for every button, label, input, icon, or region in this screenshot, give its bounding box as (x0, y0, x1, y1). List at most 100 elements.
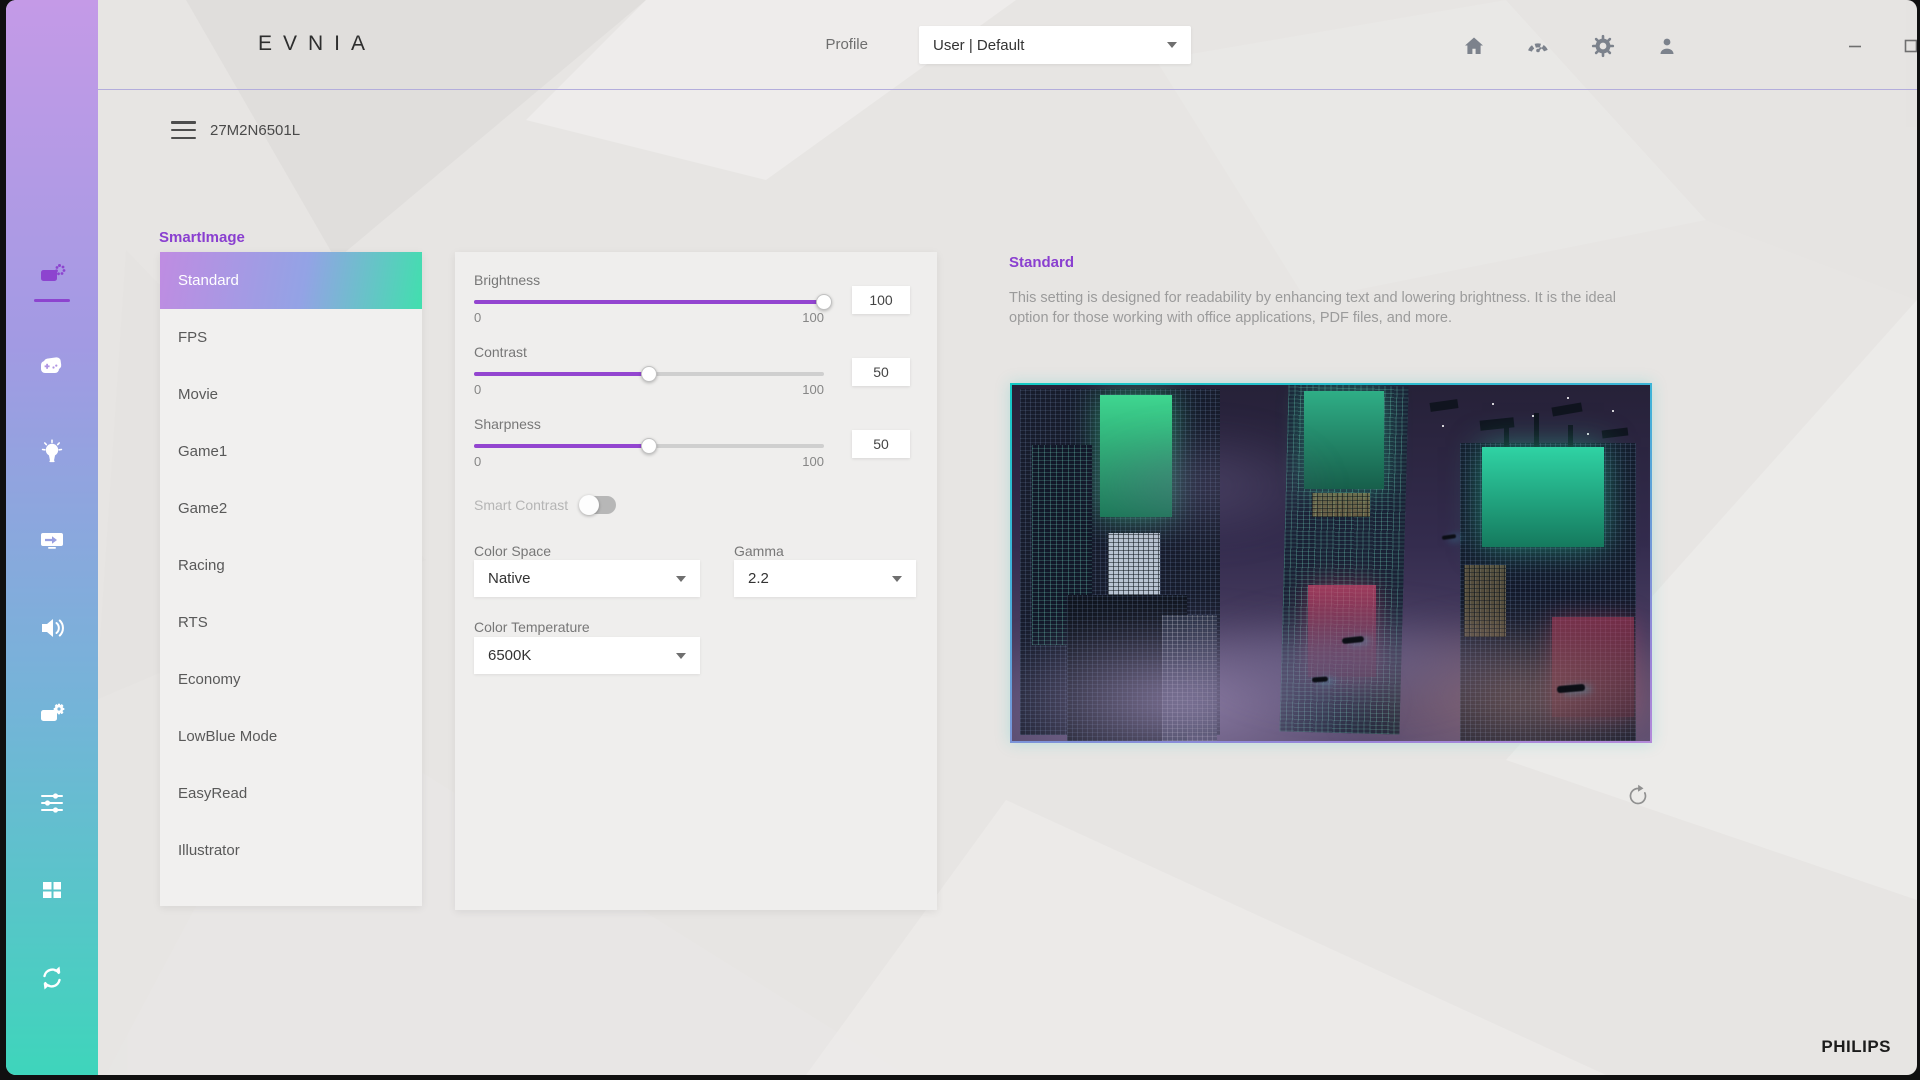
sharpness-slider[interactable] (474, 444, 824, 448)
mode-item-game2[interactable]: Game2 (160, 480, 422, 537)
sidebar-item-smartimage[interactable] (37, 260, 67, 290)
contrast-slider[interactable] (474, 372, 824, 376)
smartimage-mode-list: Standard FPS Movie Game1 Game2 Racing RT… (160, 252, 422, 906)
sidebar-item-game-mode[interactable] (37, 350, 67, 380)
sidebar-item-lighting[interactable] (37, 437, 67, 467)
evnia-logo: EVNIA (258, 32, 376, 56)
maximize-button[interactable] (1898, 33, 1917, 59)
minimize-icon (1847, 38, 1863, 54)
mode-item-game1[interactable]: Game1 (160, 423, 422, 480)
sharpness-value[interactable]: 50 (852, 430, 910, 458)
color-space-label: Color Space (474, 543, 551, 559)
gamma-label: Gamma (734, 543, 784, 559)
settings-gear-icon (1591, 34, 1615, 58)
slider-min: 0 (474, 382, 481, 397)
color-temperature-value: 6500K (488, 647, 676, 664)
mode-item-standard[interactable]: Standard (160, 252, 422, 309)
mode-item-rts[interactable]: RTS (160, 594, 422, 651)
sync-icon (37, 963, 67, 993)
layout-icon (37, 875, 67, 905)
settings-button[interactable] (1591, 34, 1615, 58)
sidebar-item-input-source[interactable] (37, 525, 67, 555)
reset-refresh-icon (1625, 783, 1651, 809)
hamburger-icon (171, 121, 196, 124)
color-temperature-label: Color Temperature (474, 619, 590, 635)
sharpness-slider-row: Sharpness 0 100 50 (474, 416, 914, 432)
profile-dropdown[interactable]: User | Default (919, 26, 1191, 64)
mode-detail-description: This setting is designed for readability… (1009, 288, 1643, 328)
sidebar-item-adjustments[interactable] (37, 788, 67, 818)
mode-item-lowblue[interactable]: LowBlue Mode (160, 708, 422, 765)
slider-fill (474, 444, 649, 448)
profile-label: Profile (758, 36, 868, 53)
sidebar-active-indicator (34, 299, 70, 302)
mode-item-economy[interactable]: Economy (160, 651, 422, 708)
sidebar-nav (6, 0, 98, 1075)
color-temperature-dropdown[interactable]: 6500K (474, 637, 700, 674)
slider-max: 100 (802, 454, 824, 469)
smartimage-icon (37, 260, 67, 290)
sidebar-item-audio[interactable] (37, 613, 67, 643)
mode-item-racing[interactable]: Racing (160, 537, 422, 594)
sidebar-item-display-settings[interactable] (37, 700, 67, 730)
profile-dropdown-value: User | Default (933, 37, 1167, 54)
slider-knob[interactable] (816, 294, 832, 310)
gamma-value: 2.2 (748, 570, 892, 587)
slider-max: 100 (802, 382, 824, 397)
brightness-slider-row: Brightness 0 100 100 (474, 272, 914, 288)
slider-fill (474, 300, 824, 304)
maximize-icon (1903, 38, 1917, 54)
chevron-down-icon (892, 576, 902, 582)
lighting-icon (37, 437, 67, 467)
mode-item-fps[interactable]: FPS (160, 309, 422, 366)
topbar: EVNIA Profile User | Default (98, 0, 1917, 90)
brightness-slider[interactable] (474, 300, 824, 304)
home-icon (1462, 34, 1486, 58)
chevron-down-icon (1167, 42, 1177, 48)
display-settings-icon (37, 700, 67, 730)
input-source-icon (37, 525, 67, 555)
slider-min: 0 (474, 310, 481, 325)
philips-logo: PHILIPS (1821, 1037, 1891, 1057)
brightness-label: Brightness (474, 272, 914, 288)
mode-item-illustrator[interactable]: Illustrator (160, 822, 422, 879)
account-button[interactable] (1655, 34, 1679, 58)
reset-button[interactable] (1625, 783, 1651, 809)
color-space-value: Native (488, 570, 676, 587)
slider-knob[interactable] (641, 366, 657, 382)
mode-item-movie[interactable]: Movie (160, 366, 422, 423)
contrast-value[interactable]: 50 (852, 358, 910, 386)
preview-image (1012, 385, 1650, 741)
preview-frame (1010, 383, 1652, 743)
chevron-down-icon (676, 653, 686, 659)
mode-detail-title: Standard (1009, 254, 1074, 271)
color-space-dropdown[interactable]: Native (474, 560, 700, 597)
minimize-button[interactable] (1842, 33, 1868, 59)
smart-contrast-toggle[interactable] (580, 496, 616, 514)
slider-knob[interactable] (641, 438, 657, 454)
sidebar-item-layout[interactable] (37, 875, 67, 905)
contrast-slider-row: Contrast 0 100 50 (474, 344, 914, 360)
dashboard-gauge-icon (1526, 34, 1550, 58)
smartimage-title: SmartImage (159, 229, 245, 246)
audio-icon (37, 613, 67, 643)
sharpness-label: Sharpness (474, 416, 914, 432)
slider-min: 0 (474, 454, 481, 469)
brightness-value[interactable]: 100 (852, 286, 910, 314)
gamma-dropdown[interactable]: 2.2 (734, 560, 916, 597)
slider-max: 100 (802, 310, 824, 325)
sidebar-item-sync[interactable] (37, 963, 67, 993)
dashboard-button[interactable] (1526, 34, 1550, 58)
home-button[interactable] (1462, 34, 1486, 58)
game-mode-icon (37, 350, 67, 380)
adjustments-icon (37, 788, 67, 818)
app-window: EVNIA Profile User | Default (6, 0, 1917, 1075)
menu-button[interactable] (171, 121, 196, 140)
account-user-icon (1655, 34, 1679, 58)
slider-fill (474, 372, 649, 376)
chevron-down-icon (676, 576, 686, 582)
smart-contrast-label: Smart Contrast (474, 497, 568, 513)
mode-item-easyread[interactable]: EasyRead (160, 765, 422, 822)
device-model: 27M2N6501L (210, 122, 300, 139)
settings-panel: Brightness 0 100 100 Contrast 0 100 50 (455, 252, 937, 910)
